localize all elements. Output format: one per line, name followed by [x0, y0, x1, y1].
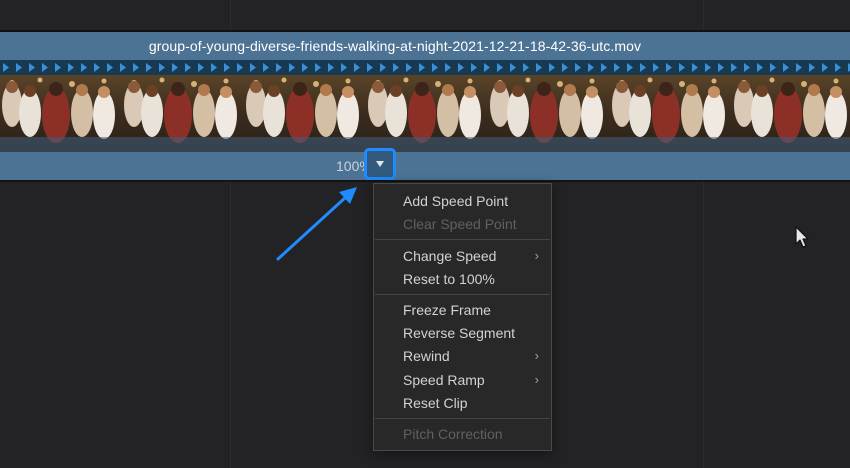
menu-item-reverse-segment[interactable]: Reverse Segment [403, 322, 541, 344]
speed-bar: 100% [0, 152, 850, 182]
menu-item-label: Speed Ramp [403, 372, 485, 388]
menu-item-add-speed-point[interactable]: Add Speed Point [403, 190, 541, 212]
menu-item-clear-speed-point[interactable]: Clear Speed Point [403, 213, 541, 235]
menu-item-label: Reverse Segment [403, 325, 516, 341]
menu-item-change-speed[interactable]: Change Speed › [403, 245, 541, 267]
clip-header[interactable]: group-of-young-diverse-friends-walking-a… [0, 32, 850, 60]
clip-filename: group-of-young-diverse-friends-walking-a… [148, 38, 642, 54]
menu-item-label: Reset to 100% [403, 271, 495, 287]
menu-separator [375, 294, 550, 295]
menu-separator [375, 418, 550, 419]
chevron-right-icon: › [534, 372, 539, 387]
speed-dropdown-button[interactable] [364, 148, 396, 180]
chevron-right-icon: › [534, 248, 539, 263]
menu-item-label: Clear Speed Point [403, 216, 517, 232]
menu-item-reset-clip[interactable]: Reset Clip [403, 392, 541, 414]
speed-indicator-strip [0, 60, 850, 75]
video-frames [0, 75, 850, 152]
speed-context-menu: Add Speed Point Clear Speed Point Change… [373, 183, 552, 451]
menu-item-pitch-correction[interactable]: Pitch Correction [403, 423, 541, 445]
menu-item-speed-ramp[interactable]: Speed Ramp › [403, 369, 541, 391]
menu-item-reset-to-100[interactable]: Reset to 100% [403, 268, 541, 290]
menu-item-label: Pitch Correction [403, 426, 503, 442]
menu-item-label: Add Speed Point [403, 193, 509, 209]
mouse-pointer-icon [795, 226, 809, 248]
menu-item-label: Rewind [403, 348, 450, 364]
clip-thumbnails [0, 75, 850, 152]
triangle-down-icon [376, 161, 384, 167]
chevron-right-icon: › [534, 348, 539, 363]
menu-item-label: Change Speed [403, 248, 497, 264]
menu-separator [375, 239, 550, 240]
speed-arrows [0, 60, 850, 75]
menu-item-rewind[interactable]: Rewind › [403, 345, 541, 367]
menu-item-label: Freeze Frame [403, 302, 491, 318]
menu-item-label: Reset Clip [403, 395, 468, 411]
menu-item-freeze-frame[interactable]: Freeze Frame [403, 299, 541, 321]
